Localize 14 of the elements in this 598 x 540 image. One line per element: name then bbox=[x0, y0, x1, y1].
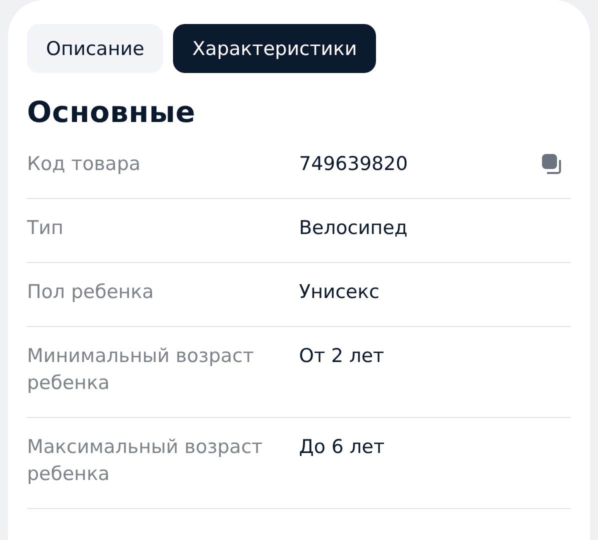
property-value: 749639820 bbox=[299, 152, 409, 177]
section-title: Основные bbox=[27, 95, 196, 129]
property-value: От 2 лет bbox=[299, 344, 386, 369]
property-value: Унисекс bbox=[299, 280, 380, 305]
property-label: Тип bbox=[27, 216, 64, 241]
property-value: До 6 лет bbox=[299, 435, 386, 460]
property-label: Код товара bbox=[27, 152, 142, 177]
tab[interactable]: Характеристики bbox=[173, 24, 376, 73]
property-label: Минимальный возраст ребенка bbox=[27, 344, 255, 396]
property-label: Максимальный возраст ребенка bbox=[27, 435, 264, 487]
copy-icon[interactable] bbox=[541, 153, 563, 175]
property-label: Пол ребенка bbox=[27, 280, 155, 305]
property-value: Велосипед bbox=[299, 216, 409, 241]
tab[interactable]: Описание bbox=[27, 24, 164, 73]
